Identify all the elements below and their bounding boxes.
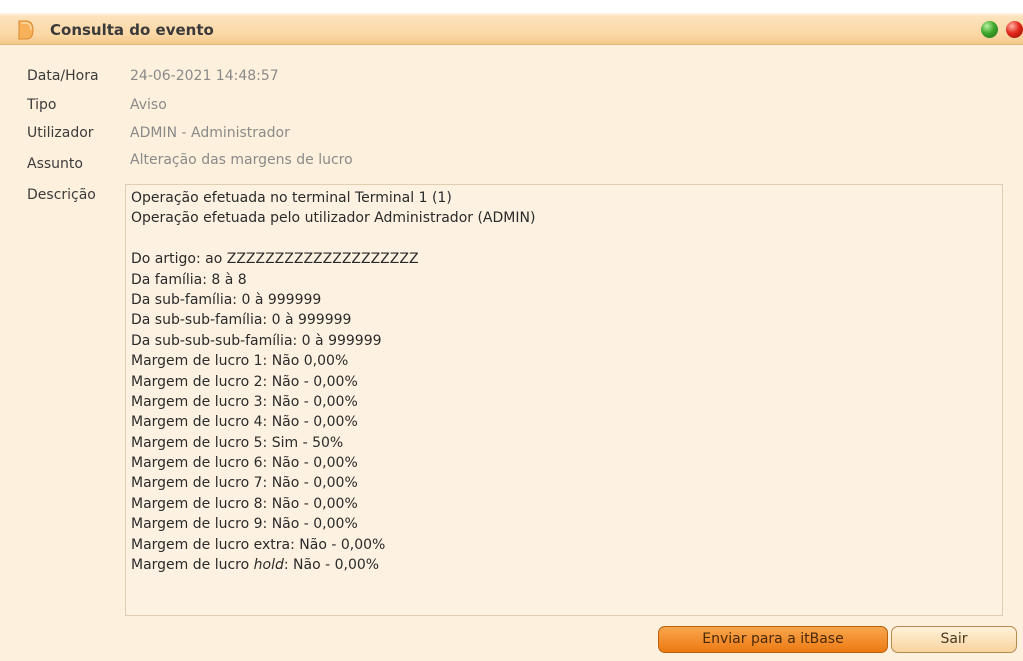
description-line: Margem de lucro 8: Não - 0,00% <box>131 495 358 512</box>
datetime-label: Data/Hora <box>27 68 99 84</box>
description-line: Margem de lucro 3: Não - 0,00% <box>131 393 358 410</box>
description-line: Operação efetuada pelo utilizador Admini… <box>131 210 536 227</box>
description-textarea[interactable]: Operação efetuada no terminal Terminal 1… <box>125 184 1003 616</box>
type-label: Tipo <box>27 97 57 113</box>
type-value: Aviso <box>130 97 167 113</box>
description-line: Da família: 8 à 8 <box>131 271 247 288</box>
datetime-value: 24-06-2021 14:48:57 <box>130 68 279 84</box>
description-line: Margem de lucro 6: Não - 0,00% <box>131 455 358 472</box>
send-to-itbase-button[interactable]: Enviar para a itBase <box>658 626 888 653</box>
description-line: Operação efetuada no terminal Terminal 1… <box>131 190 452 206</box>
description-line: Do artigo: ao ZZZZZZZZZZZZZZZZZZZZ <box>131 251 419 268</box>
description-line: Margem de lucro 7: Não - 0,00% <box>131 475 358 492</box>
description-line: Margem de lucro 1: Não 0,00% <box>131 353 349 370</box>
description-text: Operação efetuada no terminal Terminal 1… <box>131 188 535 575</box>
description-line: Margem de lucro 9: Não - 0,00% <box>131 516 358 533</box>
user-label: Utilizador <box>27 125 94 141</box>
description-line <box>131 229 535 249</box>
document-icon <box>18 20 34 40</box>
user-value: ADMIN - Administrador <box>130 125 290 141</box>
red-circle-icon[interactable] <box>1006 21 1023 38</box>
event-dialog: Consulta do evento Data/Hora 24-06-2021 … <box>0 0 1023 661</box>
description-line: Da sub-família: 0 à 999999 <box>131 291 322 308</box>
green-circle-icon[interactable] <box>981 21 998 38</box>
subject-value: Alteração das margens de lucro <box>130 152 353 168</box>
description-line: Margem de lucro extra: Não - 0,00% <box>131 536 386 553</box>
description-line: Da sub-sub-família: 0 à 999999 <box>131 312 352 329</box>
description-label: Descrição <box>27 187 96 203</box>
subject-label: Assunto <box>27 156 83 172</box>
title-bar: Consulta do evento <box>0 0 1023 45</box>
window-title: Consulta do evento <box>50 21 214 39</box>
description-line: Margem de lucro 2: Não - 0,00% <box>131 373 358 390</box>
description-line: Margem de lucro hold: Não - 0,00% <box>131 557 380 574</box>
description-line: Margem de lucro 5: Sim - 50% <box>131 434 344 451</box>
description-line: Margem de lucro 4: Não - 0,00% <box>131 414 358 431</box>
exit-button[interactable]: Sair <box>891 626 1017 653</box>
description-line: Da sub-sub-sub-família: 0 à 999999 <box>131 332 382 349</box>
